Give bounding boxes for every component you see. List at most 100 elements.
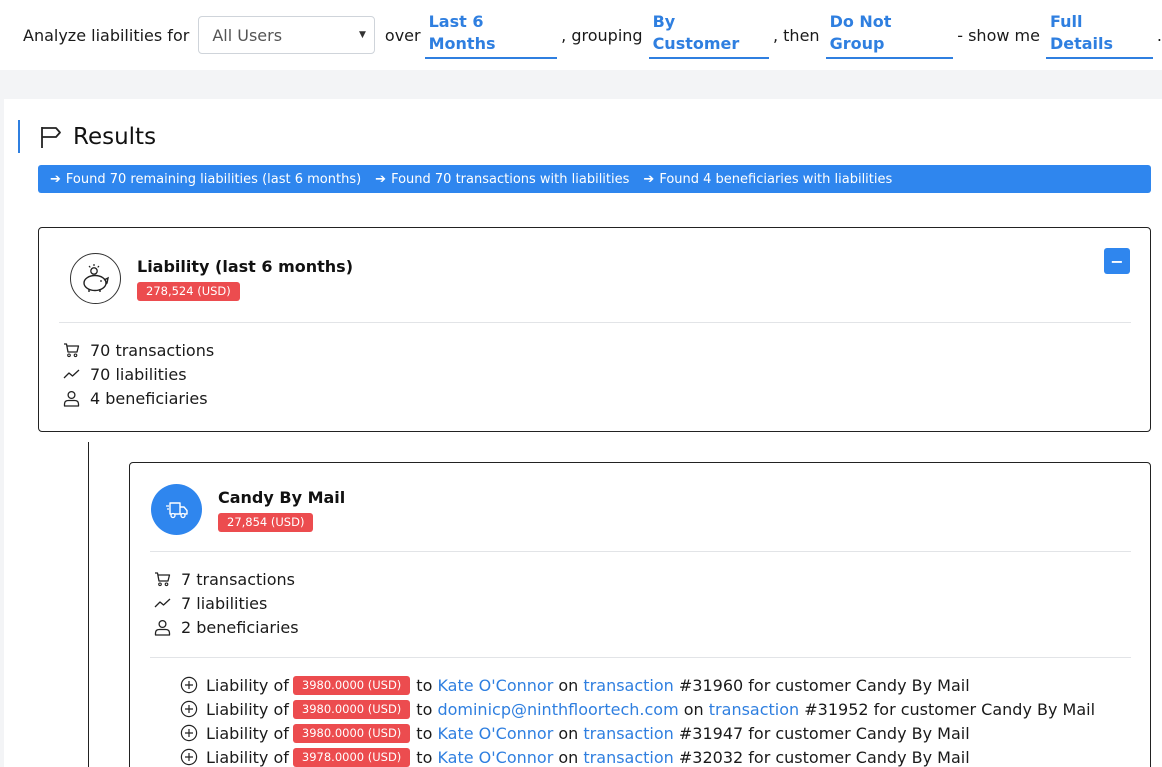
- amount-badge: 27,854 (USD): [218, 512, 314, 532]
- beneficiary-link[interactable]: dominicp@ninthfloortech.com: [437, 700, 678, 719]
- trend-icon: [153, 594, 171, 612]
- liability-list: Liability of 3980.0000 (USD) to Kate O'C…: [180, 673, 1095, 767]
- beneficiary-link[interactable]: Kate O'Connor: [437, 676, 553, 695]
- stat-beneficiaries: 2 beneficiaries: [153, 615, 299, 639]
- amount-badge: 3980.0000 (USD): [292, 723, 411, 743]
- transaction-link[interactable]: transaction: [583, 676, 673, 695]
- collapse-button[interactable]: −: [1104, 248, 1130, 274]
- liability-row: Liability of 3980.0000 (USD) to Kate O'C…: [180, 673, 1095, 697]
- stats-list: 70 transactions 70 liabilities 4 benefic…: [62, 338, 214, 410]
- stat-beneficiaries: 4 beneficiaries: [62, 386, 214, 410]
- amount-badge: 3978.0000 (USD): [292, 747, 411, 767]
- stat-text: 70 liabilities: [90, 364, 187, 384]
- summary-item: ➔ Found 4 beneficiaries with liabilities: [643, 172, 892, 187]
- chevron-down-icon: ▼: [359, 30, 366, 40]
- liability-summary-card: Liability (last 6 months) 278,524 (USD) …: [38, 227, 1151, 432]
- beneficiary-link[interactable]: Kate O'Connor: [437, 724, 553, 743]
- arrow-right-icon: ➔: [375, 171, 387, 187]
- amount-badge: 278,524 (USD): [137, 281, 240, 301]
- customer-card: Candy By Mail 27,854 (USD) 7 transaction…: [129, 462, 1151, 767]
- period-link[interactable]: Last 6 Months: [424, 11, 558, 59]
- grouping-text: , grouping: [561, 25, 643, 45]
- user-icon: [153, 618, 171, 636]
- card-header-text: Liability (last 6 months) 278,524 (USD): [137, 257, 353, 301]
- summary-text: Found 70 transactions with liabilities: [391, 171, 630, 187]
- stat-liabilities: 7 liabilities: [153, 591, 299, 615]
- liability-prefix: Liability of: [206, 675, 289, 695]
- then-group-link[interactable]: Do Not Group: [825, 11, 954, 59]
- to-text: to: [416, 675, 433, 695]
- arrow-right-icon: ➔: [50, 171, 61, 187]
- results-title: Results: [73, 123, 157, 150]
- grouping-link[interactable]: By Customer: [648, 11, 769, 59]
- liability-prefix: Liability of: [206, 699, 289, 719]
- cart-icon: [153, 570, 171, 588]
- card-title: Liability (last 6 months): [137, 256, 353, 276]
- expand-plus-icon[interactable]: [180, 748, 198, 766]
- separator-strip: [0, 70, 1162, 99]
- user-select[interactable]: All Users ▼: [198, 16, 375, 54]
- beneficiary-link[interactable]: Kate O'Connor: [437, 748, 553, 767]
- cart-icon: [62, 341, 80, 359]
- card-header: Liability (last 6 months) 278,524 (USD): [70, 253, 353, 304]
- on-text: on: [683, 699, 704, 719]
- card-header-text: Candy By Mail 27,854 (USD): [218, 488, 345, 532]
- liability-prefix: Liability of: [206, 723, 289, 743]
- summary-item: ➔ Found 70 remaining liabilities (last 6…: [50, 172, 361, 187]
- show-text: - show me: [957, 25, 1040, 45]
- expand-plus-icon[interactable]: [180, 676, 198, 694]
- transaction-detail: #31947 for customer Candy By Mail: [678, 723, 970, 743]
- to-text: to: [416, 723, 433, 743]
- liability-row: Liability of 3980.0000 (USD) to dominicp…: [180, 697, 1095, 721]
- to-text: to: [416, 699, 433, 719]
- liability-row: Liability of 3978.0000 (USD) to Kate O'C…: [180, 745, 1095, 767]
- left-gutter: [0, 99, 4, 767]
- summary-bar: ➔ Found 70 remaining liabilities (last 6…: [38, 165, 1151, 193]
- tree-connector: [88, 442, 89, 767]
- card-title: Candy By Mail: [218, 487, 346, 507]
- expand-plus-icon[interactable]: [180, 724, 198, 742]
- expand-plus-icon[interactable]: [180, 700, 198, 718]
- end-text: .: [1156, 25, 1162, 45]
- stat-text: 7 liabilities: [181, 593, 268, 613]
- on-text: on: [558, 747, 579, 767]
- user-icon: [62, 389, 80, 407]
- liability-row: Liability of 3980.0000 (USD) to Kate O'C…: [180, 721, 1095, 745]
- arrow-right-icon: ➔: [643, 171, 655, 187]
- then-text: , then: [772, 25, 820, 45]
- stat-transactions: 7 transactions: [153, 567, 299, 591]
- stat-text: 7 transactions: [181, 569, 295, 589]
- stat-transactions: 70 transactions: [62, 338, 214, 362]
- on-text: on: [558, 723, 579, 743]
- amount-badge: 3980.0000 (USD): [292, 699, 411, 719]
- transaction-link[interactable]: transaction: [709, 700, 799, 719]
- on-text: on: [558, 675, 579, 695]
- divider: [150, 657, 1131, 658]
- summary-text: Found 4 beneficiaries with liabilities: [659, 171, 893, 187]
- stats-list: 7 transactions 7 liabilities 2 beneficia…: [153, 567, 299, 639]
- transaction-detail: #31960 for customer Candy By Mail: [678, 675, 970, 695]
- to-text: to: [416, 747, 433, 767]
- results-header: Results: [18, 120, 156, 153]
- card-header: Candy By Mail 27,854 (USD): [151, 484, 345, 535]
- divider: [150, 551, 1131, 552]
- stat-text: 2 beneficiaries: [181, 617, 299, 637]
- piggy-bank-icon: [70, 253, 121, 304]
- transaction-link[interactable]: transaction: [583, 724, 673, 743]
- signpost-icon: [41, 126, 61, 148]
- transaction-detail: #32032 for customer Candy By Mail: [678, 747, 970, 767]
- detail-link[interactable]: Full Details: [1045, 11, 1153, 59]
- over-text: over: [384, 25, 421, 45]
- summary-text: Found 70 remaining liabilities (last 6 m…: [65, 171, 362, 187]
- truck-icon: [151, 484, 202, 535]
- liability-prefix: Liability of: [206, 747, 289, 767]
- trend-icon: [62, 365, 80, 383]
- summary-item: ➔ Found 70 transactions with liabilities: [375, 172, 629, 187]
- stat-text: 4 beneficiaries: [90, 388, 208, 408]
- stat-text: 70 transactions: [90, 340, 215, 360]
- stat-liabilities: 70 liabilities: [62, 362, 214, 386]
- amount-badge: 3980.0000 (USD): [292, 675, 411, 695]
- transaction-link[interactable]: transaction: [583, 748, 673, 767]
- query-prefix: Analyze liabilities for: [23, 25, 190, 45]
- divider: [59, 322, 1131, 323]
